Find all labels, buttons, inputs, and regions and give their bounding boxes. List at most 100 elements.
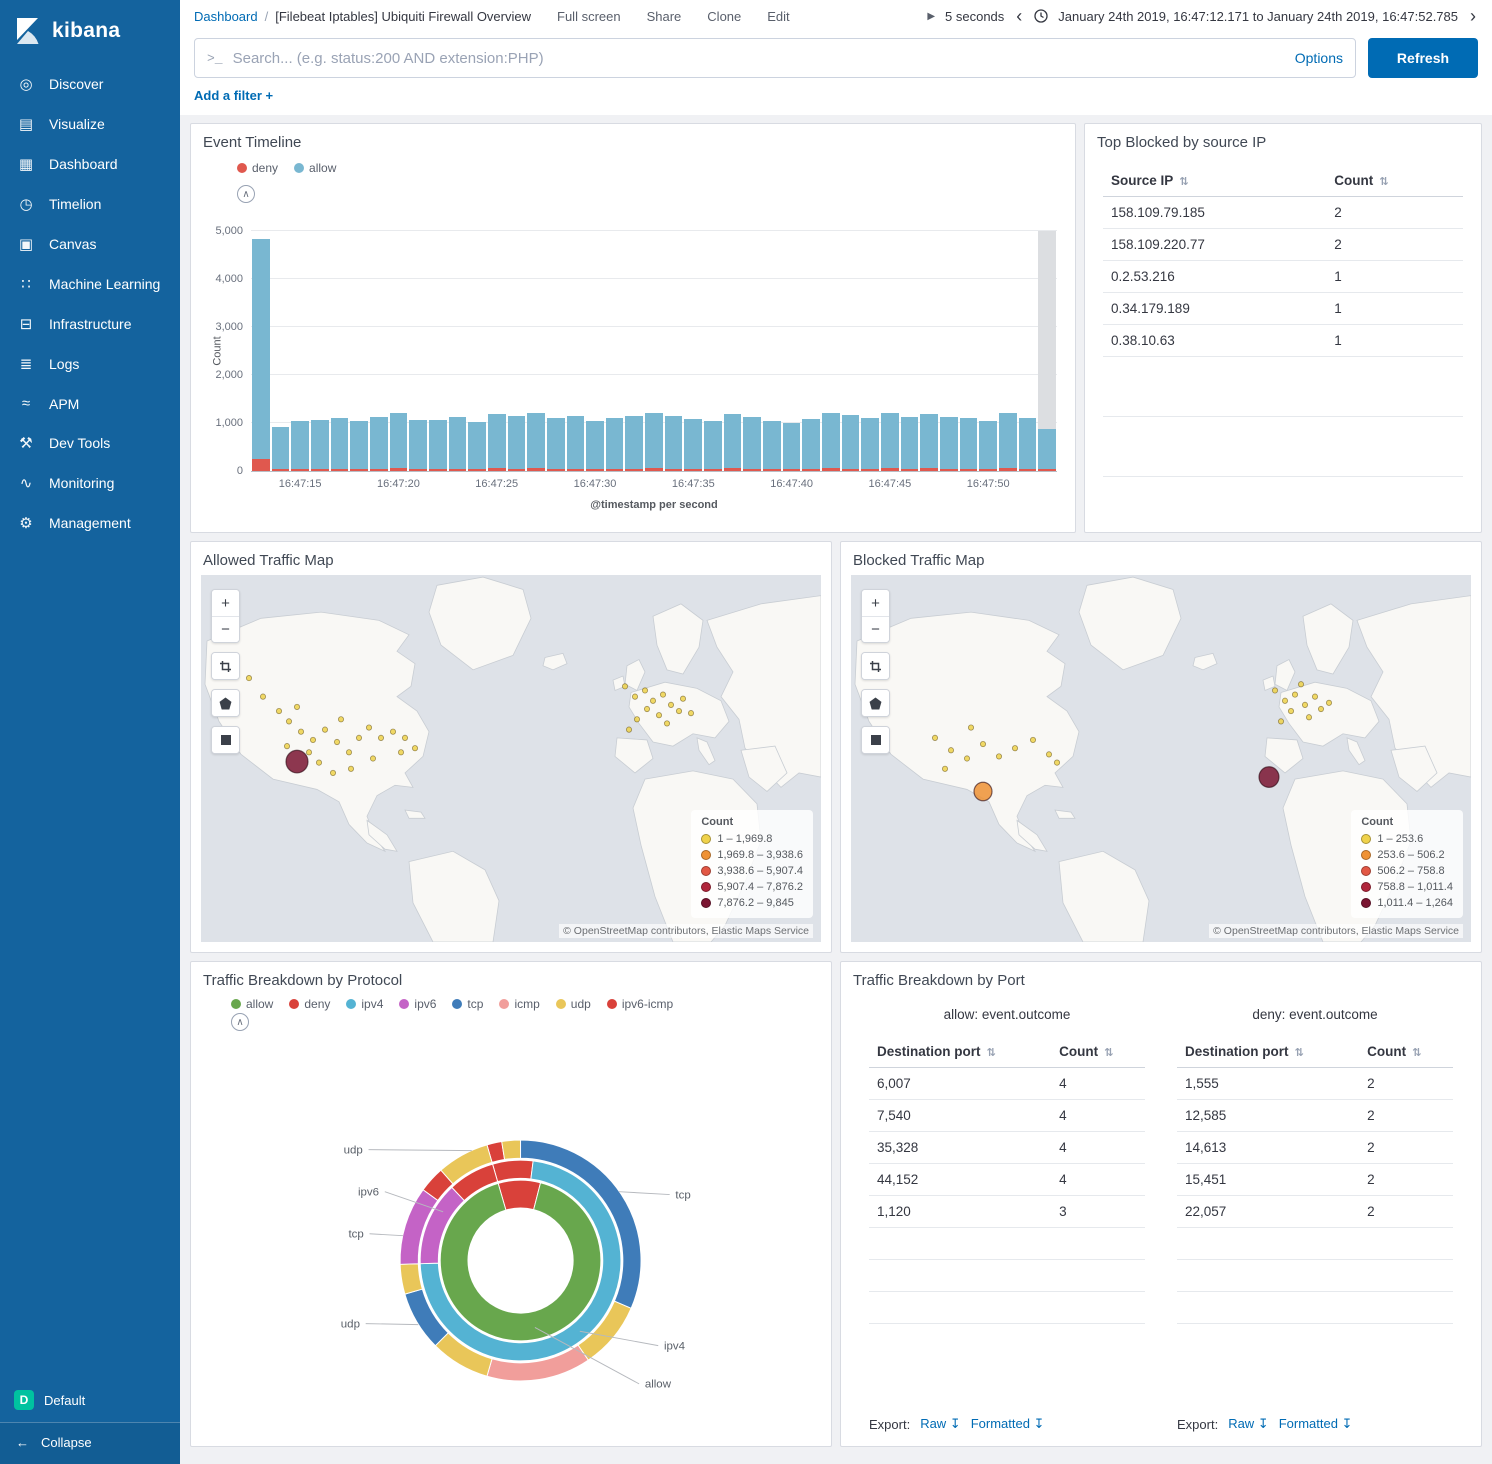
timeline-bar[interactable]	[547, 231, 565, 471]
timeline-bar[interactable]	[645, 231, 663, 471]
timeline-bar[interactable]	[390, 231, 408, 471]
sidebar-item-management[interactable]: ⚙Management	[0, 503, 180, 543]
sidebar-item-machine-learning[interactable]: ∷Machine Learning	[0, 264, 180, 304]
map-point[interactable]	[656, 713, 661, 718]
timeline-bar[interactable]	[370, 231, 388, 471]
map-point[interactable]	[356, 735, 361, 740]
map-point[interactable]	[330, 770, 335, 775]
map-point[interactable]	[688, 710, 693, 715]
kibana-logo[interactable]: kibana	[0, 0, 180, 64]
fit-bounds-button[interactable]	[212, 653, 239, 679]
timeline-bar[interactable]	[822, 231, 840, 471]
sort-icon[interactable]: ⇅	[1412, 1047, 1421, 1059]
timeline-bar[interactable]	[311, 231, 329, 471]
timeline-bar[interactable]	[842, 231, 860, 471]
export-formatted-link[interactable]: Formatted ↧	[1279, 1416, 1353, 1432]
breadcrumb-dashboard-link[interactable]: Dashboard	[194, 9, 258, 24]
legend-item-tcp[interactable]: tcp	[452, 997, 483, 1011]
map-point[interactable]	[366, 725, 371, 730]
sidebar-item-monitoring[interactable]: ∿Monitoring	[0, 463, 180, 503]
time-back-icon[interactable]: ‹	[1014, 7, 1024, 25]
map-point[interactable]	[322, 727, 327, 732]
polygon-select-button[interactable]	[212, 690, 239, 716]
sunburst-segment-udp[interactable]	[502, 1140, 521, 1159]
legend-item-allow[interactable]: allow	[231, 997, 273, 1011]
map-point[interactable]	[1282, 698, 1287, 703]
map-point[interactable]	[334, 739, 339, 744]
map-point[interactable]	[306, 750, 311, 755]
map-point[interactable]	[1318, 706, 1323, 711]
map-point[interactable]	[1288, 708, 1293, 713]
time-range[interactable]: January 24th 2019, 16:47:12.171 to Janua…	[1058, 9, 1458, 24]
map-point[interactable]	[980, 741, 985, 746]
map-point[interactable]	[1012, 746, 1017, 751]
zoom-out-button[interactable]: −	[862, 616, 889, 642]
legend-collapse-button[interactable]: ∧	[237, 185, 255, 203]
map-point[interactable]	[310, 737, 315, 742]
column-header[interactable]: Source IP⇅	[1103, 165, 1326, 197]
map-bubble[interactable]	[974, 782, 992, 801]
sidebar-item-visualize[interactable]: ▤Visualize	[0, 104, 180, 144]
timeline-bar[interactable]	[783, 231, 801, 471]
timeline-bar[interactable]	[468, 231, 486, 471]
sidebar-item-timelion[interactable]: ◷Timelion	[0, 184, 180, 224]
timeline-bar[interactable]	[272, 231, 290, 471]
map-point[interactable]	[942, 766, 947, 771]
sunburst-segment-udp[interactable]	[400, 1264, 422, 1294]
fit-bounds-button[interactable]	[862, 653, 889, 679]
timeline-bar[interactable]	[684, 231, 702, 471]
map-point[interactable]	[632, 694, 637, 699]
sidebar-item-discover[interactable]: ◎Discover	[0, 64, 180, 104]
timeline-bar[interactable]	[567, 231, 585, 471]
export-raw-link[interactable]: Raw ↧	[1228, 1416, 1269, 1432]
sidebar-item-canvas[interactable]: ▣Canvas	[0, 224, 180, 264]
sort-icon[interactable]: ⇅	[1295, 1047, 1304, 1059]
legend-item-deny[interactable]: deny	[289, 997, 330, 1011]
zoom-in-button[interactable]: +	[212, 590, 239, 616]
rectangle-select-button[interactable]	[862, 727, 889, 753]
sidebar-item-dev-tools[interactable]: ⚒Dev Tools	[0, 423, 180, 463]
map-point[interactable]	[1046, 752, 1051, 757]
export-raw-link[interactable]: Raw ↧	[920, 1416, 961, 1432]
map-point[interactable]	[286, 719, 291, 724]
map-point[interactable]	[390, 729, 395, 734]
map-point[interactable]	[348, 766, 353, 771]
sidebar-item-dashboard[interactable]: ▦Dashboard	[0, 144, 180, 184]
map-point[interactable]	[1292, 692, 1297, 697]
map-point[interactable]	[680, 696, 685, 701]
map-point[interactable]	[1278, 719, 1283, 724]
timeline-bar[interactable]	[449, 231, 467, 471]
timeline-bar[interactable]	[350, 231, 368, 471]
play-icon[interactable]: ▶	[927, 11, 935, 22]
timeline-bar[interactable]	[488, 231, 506, 471]
timeline-bar[interactable]	[940, 231, 958, 471]
map-point[interactable]	[964, 756, 969, 761]
map-point[interactable]	[294, 704, 299, 709]
export-formatted-link[interactable]: Formatted ↧	[971, 1416, 1045, 1432]
column-header[interactable]: Destination port⇅	[869, 1036, 1051, 1068]
rectangle-select-button[interactable]	[212, 727, 239, 753]
map-point[interactable]	[346, 750, 351, 755]
map-point[interactable]	[948, 748, 953, 753]
timeline-bar[interactable]	[527, 231, 545, 471]
sidebar-collapse-button[interactable]: ← Collapse	[0, 1422, 180, 1464]
map-point[interactable]	[1272, 688, 1277, 693]
map-point[interactable]	[660, 692, 665, 697]
map-point[interactable]	[634, 717, 639, 722]
legend-item-ipv6[interactable]: ipv6	[399, 997, 436, 1011]
sort-icon[interactable]: ⇅	[987, 1047, 996, 1059]
timeline-bar[interactable]	[763, 231, 781, 471]
map-point[interactable]	[402, 735, 407, 740]
column-header[interactable]: Count⇅	[1051, 1036, 1145, 1068]
timeline-bar[interactable]	[979, 231, 997, 471]
menu-share[interactable]: Share	[647, 9, 682, 24]
timeline-bar[interactable]	[802, 231, 820, 471]
map-bubble[interactable]	[1259, 767, 1279, 788]
map-point[interactable]	[996, 754, 1001, 759]
timeline-bar[interactable]	[1019, 231, 1037, 471]
legend-item-ipv4[interactable]: ipv4	[346, 997, 383, 1011]
legend-collapse-button[interactable]: ∧	[231, 1013, 249, 1031]
map-point[interactable]	[284, 743, 289, 748]
timeline-bar[interactable]	[999, 231, 1017, 471]
sort-icon[interactable]: ⇅	[1379, 176, 1388, 188]
